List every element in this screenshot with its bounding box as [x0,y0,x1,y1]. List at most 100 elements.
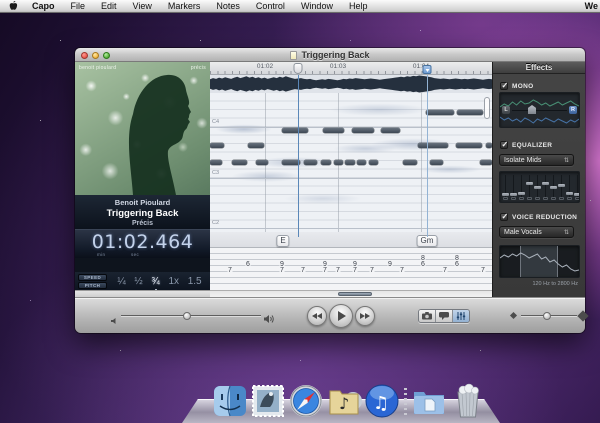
tab-fret-number[interactable]: 7 [352,267,358,275]
tab-fret-number[interactable]: 7 [227,267,233,275]
mono-checkbox[interactable] [500,81,508,90]
effects-drawer-button[interactable] [452,310,469,322]
volume-slider-track[interactable] [121,315,261,316]
note-bar[interactable] [304,160,317,165]
equalizer-checkbox[interactable] [500,140,508,149]
menu-item-markers[interactable]: Markers [160,1,209,11]
note-bar[interactable] [369,160,378,165]
menu-item-control[interactable]: Control [248,1,293,11]
menu-clock[interactable]: We [585,1,600,11]
notes-button[interactable] [435,310,452,322]
waveform-strip[interactable] [210,75,492,93]
mono-visualizer[interactable]: L R [499,92,580,128]
menu-item-notes[interactable]: Notes [208,1,248,11]
voice-reduction-visualizer[interactable] [499,245,580,278]
scrollbar-thumb[interactable] [338,292,372,296]
tab-fret-number[interactable]: 7 [369,267,375,275]
tab-fret-number[interactable]: 7 [335,267,341,275]
note-bar[interactable] [357,160,366,165]
eq-slider-handle[interactable] [566,192,573,196]
note-bar[interactable] [321,160,331,165]
chord-badge-E[interactable]: E [276,235,290,247]
note-bar[interactable] [210,143,224,148]
note-bar[interactable] [352,128,374,133]
tab-fret-number[interactable]: 7 [480,267,486,275]
eq-slider-handle[interactable] [518,192,525,196]
note-bar[interactable] [418,143,448,148]
eq-slider-handle[interactable] [574,192,579,196]
speed-toggle-button[interactable]: SPEED [78,273,107,281]
eq-slider-handle[interactable] [558,184,565,188]
eq-slider-handle[interactable] [550,186,557,189]
zoom-slider-thumb[interactable] [543,311,551,320]
note-bar[interactable] [403,160,417,165]
tab-fret-number[interactable]: 7 [279,267,285,275]
spectrogram[interactable]: C4 C3 C2 [210,93,492,232]
documents-folder-icon[interactable] [411,383,447,419]
zoom-in-icon[interactable] [577,309,589,322]
note-bar[interactable] [248,143,264,148]
tab-fret-number[interactable]: 9 [387,261,393,269]
tab-fret-number[interactable]: 7 [322,267,328,275]
eq-preset-dropdown[interactable]: Isolate Mids ⇅ [499,154,574,166]
finder-icon[interactable] [212,383,248,419]
voice-preset-dropdown[interactable]: Male Vocals ⇅ [499,226,574,238]
eq-slider-track[interactable] [529,175,530,198]
tab-fret-number[interactable]: 7 [300,267,306,275]
snapshot-button[interactable] [419,310,435,322]
trash-icon[interactable] [449,383,487,419]
menu-item-window[interactable]: Window [293,1,341,11]
horizontal-scrollbar[interactable] [210,290,492,297]
note-bar[interactable] [282,128,308,133]
fast-forward-button[interactable] [355,306,375,326]
tab-fret-number[interactable]: 7 [442,267,448,275]
note-bar[interactable] [381,128,400,133]
note-bar[interactable] [256,160,268,165]
pitch-toggle-button[interactable]: PITCH [78,281,107,289]
zoom-out-icon[interactable] [509,311,518,320]
note-bar[interactable] [457,110,483,115]
speed-option-1.5[interactable]: 1.5 [188,276,202,287]
vertical-scrollbar[interactable] [484,97,490,119]
playhead-handle[interactable] [293,63,303,74]
tablature[interactable]: 7697797797797867867 [210,248,492,290]
tab-fret-number[interactable]: 6 [245,261,251,269]
capo-dock-icon[interactable]: ♪ [326,383,362,419]
eq-slider-handle[interactable] [502,192,509,196]
note-bar[interactable] [430,160,443,165]
mono-right-button[interactable]: R [569,106,577,114]
note-bar[interactable] [334,160,343,165]
mono-slider-track[interactable] [512,110,567,111]
note-bar[interactable] [480,160,492,165]
menu-item-view[interactable]: View [125,1,160,11]
rewind-button[interactable] [307,306,327,326]
menu-item-capo[interactable]: Capo [24,1,63,11]
tab-fret-number[interactable]: 6 [420,261,426,269]
speed-option-¾[interactable]: ¾ [151,276,160,291]
menu-item-help[interactable]: Help [341,1,376,11]
note-bar[interactable] [456,143,482,148]
note-bar[interactable] [210,160,222,165]
title-bar[interactable]: Triggering Back [75,48,585,62]
note-bar[interactable] [345,160,355,165]
eq-slider-handle[interactable] [534,185,541,189]
note-bar[interactable] [426,110,454,115]
speed-option-1x[interactable]: 1x [168,276,179,287]
note-bar[interactable] [323,128,344,133]
voice-reduction-checkbox[interactable] [500,212,508,221]
note-bar[interactable] [232,160,247,165]
menu-item-edit[interactable]: Edit [93,1,125,11]
speed-option-¼[interactable]: ¼ [117,276,125,287]
speed-option-½[interactable]: ½ [134,276,142,287]
timeline-ruler[interactable]: 01:02 01:03 01:04 [210,62,492,75]
tab-fret-number[interactable]: 7 [399,267,405,275]
volume-slider-thumb[interactable] [183,311,191,320]
eq-slider-handle[interactable] [510,192,517,196]
safari-icon[interactable] [288,383,324,419]
eq-sliders[interactable] [499,171,580,203]
play-button[interactable] [329,304,353,328]
itunes-icon[interactable]: ♫ [364,383,400,419]
mail-icon[interactable] [250,383,286,419]
eq-slider-track[interactable] [545,175,546,198]
menu-item-file[interactable]: File [63,1,94,11]
